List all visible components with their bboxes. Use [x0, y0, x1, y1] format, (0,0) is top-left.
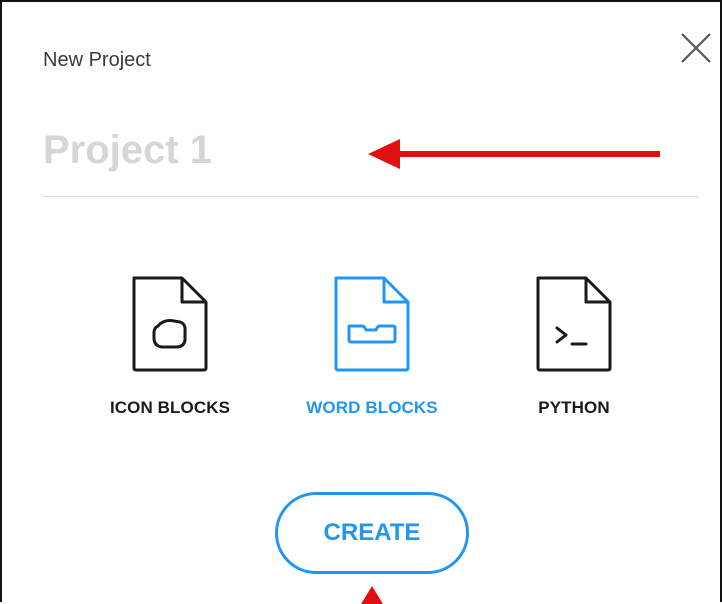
- option-label: WORD BLOCKS: [306, 398, 438, 417]
- input-underline: [43, 196, 699, 197]
- option-icon-blocks[interactable]: ICON BLOCKS: [70, 274, 270, 424]
- annotation-arrow-left: [368, 139, 660, 169]
- option-python[interactable]: PYTHON: [474, 274, 674, 424]
- create-button[interactable]: CREATE: [275, 492, 469, 574]
- file-icon-blocks-icon: [132, 276, 208, 372]
- file-word-blocks-icon: [334, 276, 410, 372]
- close-icon[interactable]: [676, 28, 716, 68]
- file-python-icon: [536, 276, 612, 372]
- option-label: ICON BLOCKS: [109, 398, 231, 417]
- option-word-blocks[interactable]: WORD BLOCKS: [272, 274, 472, 424]
- new-project-dialog: New Project ICON BLOCKS WORD BLOCKS: [0, 0, 722, 604]
- dialog-title: New Project: [43, 49, 151, 71]
- option-label: PYTHON: [538, 398, 610, 417]
- annotation-arrow-up: [361, 586, 383, 604]
